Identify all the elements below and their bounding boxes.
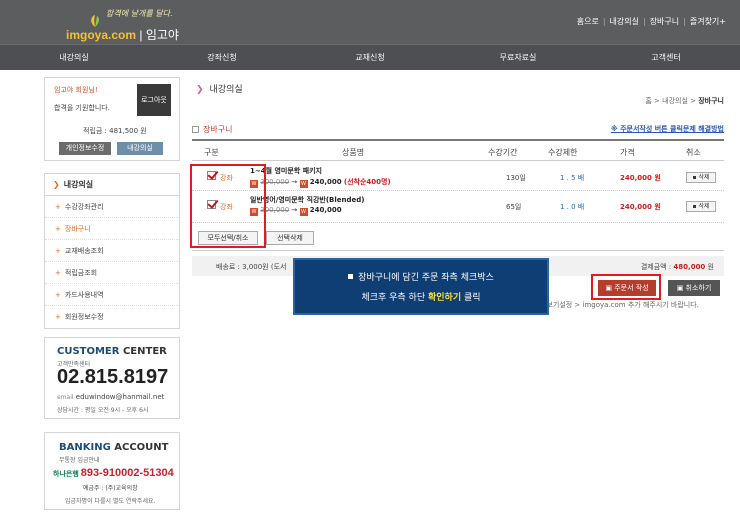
row-period: 65일: [506, 203, 522, 211]
instruction-tooltip: 장바구니에 담긴 주문 좌측 체크박스 체크후 우측 하단 확인하기 클릭: [293, 258, 549, 315]
top-links: 홈으로 | 내강의실 | 장바구니 | 즐겨찾기+: [576, 17, 726, 26]
col-price: 가격: [620, 148, 635, 157]
top-link-home[interactable]: 홈으로: [577, 17, 599, 26]
checkbox-highlight-box: [190, 164, 266, 248]
sidebar-item-points[interactable]: + 적립금조회: [45, 262, 179, 284]
delete-selected-button[interactable]: 선택삭제: [266, 231, 314, 245]
logo-text: imgoya.com | 임고야: [66, 28, 179, 42]
bank-account: 하나은행 893-910002-51304: [53, 467, 174, 479]
divider: [192, 250, 724, 251]
login-box: 임고야 회원님! 합격을 기원합니다. 로그아웃 적립금 : 481,500 원…: [44, 77, 180, 161]
customer-email: email eduwindow@hanmail.net: [57, 393, 165, 401]
won-icon: W: [299, 180, 308, 188]
shipping-fee: 배송료 : 3,000원 (도서: [216, 263, 287, 271]
customer-hours: 상담시간 : 평일 오전 9시 - 오후 6시: [57, 407, 149, 414]
logo[interactable]: 합격에 날개를 달다. imgoya.com | 임고야: [66, 6, 179, 42]
breadcrumb: 홈 > 내강의실 > 장바구니: [645, 97, 724, 105]
row-price-line: W 300,000 → W 240,000 (선착순400명): [250, 178, 391, 188]
nav-customer-center[interactable]: 고객센터: [592, 45, 740, 70]
total-amount: 결제금액 : 480,000 원: [640, 263, 714, 271]
banking-sub: 무통장 입금안내: [59, 457, 100, 464]
banking-title: BANKING ACCOUNT: [59, 442, 169, 453]
logo-tagline: 합격에 날개를 달다.: [106, 9, 173, 18]
top-link-bookmark[interactable]: 즐겨찾기+: [690, 17, 726, 26]
table-row: 강좌 일반영어/영미문학 직강반(Blended) W 300,000 → W …: [192, 192, 724, 218]
account-holder: 예금주 : (주)교육의창: [83, 485, 138, 492]
col-cancel: 취소: [686, 148, 701, 157]
top-link-myroom[interactable]: 내강의실: [610, 17, 639, 26]
row-limit: 1 . 5 배: [560, 174, 585, 182]
points-balance: 적립금 : 481,500 원: [83, 127, 147, 135]
row-product-name[interactable]: 일반영어/영미문학 직강반(Blended): [250, 195, 364, 205]
order-button-highlight-box: [591, 274, 661, 300]
page: 합격에 날개를 달다. imgoya.com | 임고야 홈으로 | 내강의실 | 장바…: [0, 0, 740, 518]
row-limit: 1 . 0 배: [560, 203, 585, 211]
logout-button[interactable]: 로그아웃: [137, 84, 171, 116]
table-row: 강좌 1~4월 영미문학 패키지 W 300,000 → W 240,000 (…: [192, 163, 724, 189]
sidebar-item-course-management[interactable]: + 수강강좌관리: [45, 196, 179, 218]
bank-name: 하나은행: [53, 471, 79, 478]
customer-phone: 02.815.8197: [57, 366, 169, 388]
my-classroom-button[interactable]: 내강의실: [117, 142, 163, 155]
col-kind: 구분: [204, 148, 219, 157]
col-period: 수강기간: [488, 148, 518, 157]
nav-book-apply[interactable]: 교재신청: [296, 45, 444, 70]
delete-button[interactable]: ▪ 삭제: [686, 201, 716, 212]
side-menu: ❯ 내강의실 + 수강강좌관리 + 장바구니 + 교재배송조회 + 적립금조회 + 카드사용…: [44, 173, 180, 329]
tooltip-line-2: 체크후 우측 하단 확인하기 클릭: [361, 293, 481, 303]
notice-text: 정보기설정 > imgoya.com 추가 해주시기 바랍니다.: [540, 301, 699, 309]
top-link-cart[interactable]: 장바구니: [650, 17, 679, 26]
edit-profile-button[interactable]: 개인정보수정: [59, 142, 111, 155]
sidebar-item-card-history[interactable]: + 카드사용내역: [45, 284, 179, 306]
nav-free-resources[interactable]: 무료자료실: [444, 45, 592, 70]
banking-box: BANKING ACCOUNT 무통장 입금안내 하나은행 893-910002-…: [44, 432, 180, 510]
col-product: 상품명: [342, 148, 365, 157]
delete-button[interactable]: ▪ 삭제: [686, 172, 716, 183]
greeting: 임고야 회원님!: [54, 86, 98, 94]
sidebar-item-cart[interactable]: + 장바구니: [45, 218, 179, 240]
won-icon: W: [299, 208, 308, 216]
sidebar-item-member-info[interactable]: + 회원정보수정: [45, 306, 179, 328]
cancel-order-button[interactable]: ▣ 취소하기: [668, 280, 720, 296]
cart-table-header: 구분 상품명 수강기간 수강제한 가격 취소: [192, 139, 724, 161]
col-limit: 수강제한: [548, 148, 578, 157]
main-nav: 내강의실 강좌신청 교재신청 무료자료실 고객센터: [0, 44, 740, 70]
row-divider: [192, 222, 724, 223]
order-help-link[interactable]: ※ 주문서작성 버튼 클릭문제 해결방법: [611, 124, 724, 134]
customer-center-box: CUSTOMER CENTER 고객만족센터 02.815.8197 email…: [44, 337, 180, 419]
sidebar-item-book-delivery[interactable]: + 교재배송조회: [45, 240, 179, 262]
tooltip-line-1: 장바구니에 담긴 주문 좌측 체크박스: [295, 270, 547, 283]
greeting-message: 합격을 기원합니다.: [54, 104, 110, 112]
section-title: 장바구니: [192, 124, 232, 135]
cart-icon: [192, 126, 199, 133]
banking-note: 입금자명이 다를시 별도 연락주세요.: [65, 498, 156, 505]
nav-myroom[interactable]: 내강의실: [0, 45, 148, 70]
row-price: 240,000 원: [620, 174, 661, 182]
page-title: ❯ 내강의실: [196, 85, 243, 95]
customer-center-title: CUSTOMER CENTER: [57, 346, 167, 357]
row-divider: [192, 190, 724, 191]
row-period: 130일: [506, 174, 526, 182]
row-price: 240,000 원: [620, 203, 661, 211]
side-menu-title: ❯ 내강의실: [45, 174, 179, 196]
header: 합격에 날개를 달다. imgoya.com | 임고야 홈으로 | 내강의실 | 장바…: [0, 0, 740, 44]
nav-course-apply[interactable]: 강좌신청: [148, 45, 296, 70]
